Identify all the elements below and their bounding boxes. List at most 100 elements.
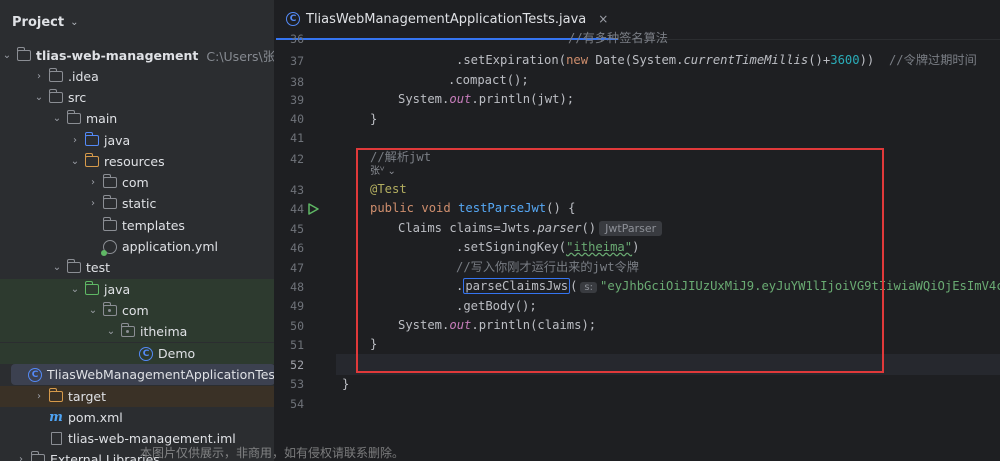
line-number: 39 — [290, 93, 304, 107]
tree-item-label: static — [122, 196, 157, 211]
code-line: } — [342, 377, 350, 391]
code-line: } — [370, 337, 378, 351]
code-line: . parseClaimsJws(s: "eyJhbGciOiJIUzUxMiJ9.… — [456, 278, 1000, 294]
code-area[interactable]: //有多种签名算法 .setExpiration(new Date(System… — [336, 31, 1000, 461]
tree-item-test-com[interactable]: ⌄ com — [0, 300, 274, 321]
tree-item-application-yml[interactable]: application.yml — [0, 236, 274, 257]
line-number: 36 — [290, 32, 304, 46]
collapse-arrow-icon[interactable]: › — [14, 454, 28, 461]
folder-icon — [48, 68, 64, 84]
expand-arrow-icon[interactable]: ⌄ — [0, 50, 14, 61]
code-line: .compact(); — [448, 73, 529, 87]
line-number: 47 — [290, 261, 304, 275]
tree-item-label: src — [68, 90, 87, 105]
tree-item-main[interactable]: ⌄ main — [0, 108, 274, 129]
line-number: 43 — [290, 183, 304, 197]
tree-item-resources-com[interactable]: › com — [0, 172, 274, 193]
package-icon — [102, 302, 118, 318]
tree-item-static[interactable]: › static — [0, 193, 274, 214]
code-editor[interactable]: C TliasWebManagementApplicationTests.jav… — [276, 0, 1000, 461]
project-panel: Project ⌄ ⌄ tlias-web-management C:\User… — [0, 0, 275, 461]
tree-item-idea[interactable]: › .idea — [0, 66, 274, 87]
tree-item-label: itheima — [140, 324, 188, 339]
tree-item-label: templates — [122, 218, 185, 233]
tree-item-label: Demo — [158, 346, 196, 361]
code-line: .setSigningKey("itheima") — [456, 240, 640, 254]
tree-item-itheima[interactable]: ⌄ itheima — [0, 321, 274, 342]
tree-item-target[interactable]: › target — [0, 386, 274, 407]
tree-item-label: test — [86, 260, 111, 275]
tree-item-tests-class[interactable]: C TliasWebManagementApplicationTests — [11, 364, 275, 385]
source-folder-icon — [84, 132, 100, 148]
yaml-file-icon — [101, 239, 118, 256]
tree-item-label: .idea — [68, 69, 99, 84]
resources-folder-icon — [84, 153, 100, 169]
editor-tab-label: TliasWebManagementApplicationTests.java — [306, 11, 587, 27]
tree-item-label: java — [104, 282, 131, 297]
editor-gutter: 36 37 38 39 40 41 42 43 44 45 46 47 48 4… — [276, 32, 336, 461]
code-line: System.out.println(jwt); — [398, 92, 575, 106]
editor-tab[interactable]: C TliasWebManagementApplicationTests.jav… — [276, 0, 619, 40]
collapse-arrow-icon[interactable]: › — [32, 391, 46, 402]
expand-arrow-icon[interactable]: ⌄ — [50, 262, 64, 273]
highlighted-method[interactable]: parseClaimsJws — [463, 278, 571, 294]
excluded-folder-icon — [48, 388, 64, 404]
line-number: 45 — [290, 222, 304, 236]
collapse-arrow-icon[interactable]: › — [68, 135, 82, 146]
folder-icon — [102, 174, 118, 190]
close-icon[interactable]: × — [598, 12, 608, 26]
tree-item-label: resources — [104, 154, 165, 169]
author-hint[interactable]: 张ⱽ ⌄ — [370, 163, 396, 177]
chevron-down-icon[interactable]: ⌄ — [70, 17, 78, 28]
line-number: 48 — [290, 280, 304, 294]
collapse-arrow-icon[interactable]: › — [32, 71, 46, 82]
line-number: 40 — [290, 112, 304, 126]
expand-arrow-icon[interactable]: ⌄ — [32, 92, 46, 103]
expand-arrow-icon[interactable]: ⌄ — [86, 305, 100, 316]
run-test-icon[interactable] — [307, 203, 319, 215]
line-number: 49 — [290, 299, 304, 313]
library-icon — [30, 451, 46, 461]
tree-item-label: main — [86, 111, 118, 126]
tree-item-label: pom.xml — [68, 410, 123, 425]
tree-item-project-root[interactable]: ⌄ tlias-web-management C:\Users\张喆\ — [0, 45, 274, 66]
folder-icon — [102, 195, 118, 211]
expand-arrow-icon[interactable]: ⌄ — [104, 326, 118, 337]
module-folder-icon — [16, 47, 32, 63]
tree-item-test-java[interactable]: ⌄ java — [0, 279, 274, 300]
folder-icon — [66, 110, 82, 126]
expand-arrow-icon[interactable]: ⌄ — [50, 113, 64, 124]
project-panel-header[interactable]: Project ⌄ — [0, 0, 274, 44]
current-line[interactable] — [336, 354, 1000, 375]
iml-file-icon — [48, 432, 64, 446]
tree-item-label: tlias-web-management — [36, 48, 199, 63]
code-line: .setExpiration(new Date(System.currentTi… — [456, 53, 977, 67]
line-number: 37 — [290, 54, 304, 68]
collapse-arrow-icon[interactable]: › — [86, 177, 100, 188]
test-folder-icon — [84, 281, 100, 297]
line-number: 52 — [290, 358, 304, 372]
expand-arrow-icon[interactable]: ⌄ — [68, 156, 82, 167]
tree-item-resources[interactable]: ⌄ resources — [0, 151, 274, 172]
tree-item-label: TliasWebManagementApplicationTests — [47, 367, 275, 382]
expand-arrow-icon[interactable]: ⌄ — [68, 284, 82, 295]
tree-item-demo[interactable]: C Demo — [0, 343, 274, 364]
tree-item-label: com — [122, 175, 149, 190]
tree-item-test[interactable]: ⌄ test — [0, 257, 274, 278]
code-line: System.out.println(claims); — [398, 318, 597, 332]
tree-item-pom[interactable]: m pom.xml — [0, 407, 274, 428]
tree-item-main-java[interactable]: › java — [0, 130, 274, 151]
tree-item-templates[interactable]: templates — [0, 215, 274, 236]
code-line: //写入你刚才运行出来的jwt令牌 — [456, 260, 639, 274]
code-line: @Test — [370, 182, 407, 196]
line-number: 53 — [290, 377, 304, 391]
tree-item-src[interactable]: ⌄ src — [0, 87, 274, 108]
class-icon: C — [286, 12, 300, 26]
line-number: 44 — [290, 202, 304, 216]
code-line: public void testParseJwt() { — [370, 201, 576, 215]
collapse-arrow-icon[interactable]: › — [86, 198, 100, 209]
maven-icon: m — [49, 410, 63, 425]
code-line: .getBody(); — [456, 299, 537, 313]
parameter-hint: s: — [580, 282, 598, 293]
line-number: 51 — [290, 338, 304, 352]
